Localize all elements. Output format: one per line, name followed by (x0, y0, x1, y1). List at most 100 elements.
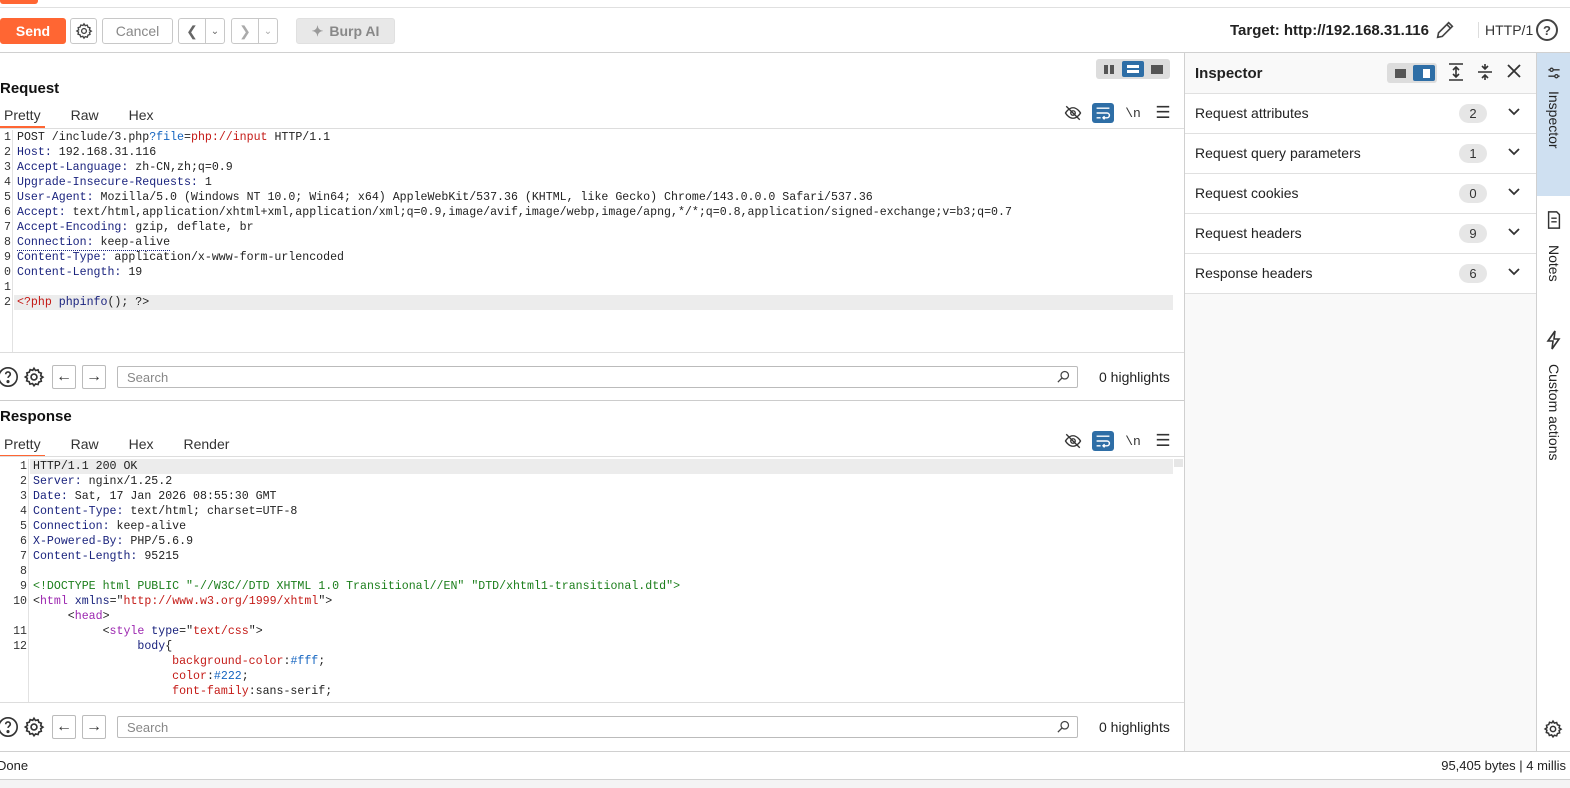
response-tab-render[interactable]: Render (180, 433, 234, 457)
search-previous-button[interactable]: ← (52, 715, 76, 739)
inspector-section[interactable]: Request attributes 2 (1185, 94, 1536, 134)
scrollbar-thumb[interactable] (1174, 459, 1183, 467)
line-number: 2 (4, 146, 11, 159)
response-search-input[interactable] (118, 717, 1077, 737)
line-number: 9 (4, 251, 11, 264)
panel-splitter[interactable] (0, 400, 1184, 401)
search-next-button[interactable]: → (82, 715, 106, 739)
layout-side-by-side-toggle[interactable] (1098, 61, 1120, 77)
inspector-section-label: Request headers (1195, 225, 1302, 241)
close-icon[interactable] (1505, 62, 1527, 84)
target-label: Target: http://192.168.31.116 (1230, 22, 1429, 39)
layout-tabbed-toggle[interactable] (1146, 61, 1168, 77)
search-previous-button[interactable]: ← (52, 365, 76, 389)
http-protocol-selector[interactable]: HTTP/1 (1478, 22, 1533, 38)
sidebar-tab-notes[interactable]: Notes (1537, 211, 1570, 311)
help-icon[interactable] (0, 365, 20, 389)
newline-toggle-icon[interactable]: \n (1122, 431, 1144, 451)
window-bottom-strip (0, 779, 1570, 788)
response-tab-hex[interactable]: Hex (125, 433, 158, 457)
hide-nonprinting-icon[interactable] (1062, 103, 1084, 123)
line-code: POST /include/3.php?file=php://input HTT… (17, 131, 331, 144)
chevron-right-icon: ❯ (239, 22, 251, 39)
history-back-dropdown[interactable]: ⌄ (205, 18, 225, 44)
edit-target-button[interactable] (1434, 19, 1460, 43)
line-code: Accept-Language: zh-CN,zh;q=0.9 (17, 161, 233, 174)
chevron-down-icon (1507, 144, 1523, 164)
line-number: 6 (4, 206, 11, 219)
hide-nonprinting-icon[interactable] (1062, 431, 1084, 451)
chevron-down-icon: ⌄ (263, 25, 273, 37)
sidebar-tab-notes-label: Notes (1546, 245, 1562, 282)
send-button[interactable]: Send (0, 18, 66, 44)
response-tabs: Pretty Raw Hex Render (0, 433, 255, 457)
search-next-button[interactable]: → (82, 365, 106, 389)
response-tab-pretty[interactable]: Pretty (0, 433, 45, 457)
history-back-button[interactable]: ❮ (178, 18, 206, 44)
line-code: Upgrade-Insecure-Requests: 1 (17, 176, 212, 189)
cancel-button[interactable]: Cancel (102, 18, 173, 44)
line-number: 7 (20, 550, 27, 563)
response-editor[interactable]: 1 HTTP/1.1 200 OK 2 Server: nginx/1.25.2 3 Da… (0, 459, 1184, 702)
inspector-section[interactable]: Request headers 9 (1185, 214, 1536, 254)
line-code: <!DOCTYPE html PUBLIC "-//W3C//DTD XHTML… (33, 580, 681, 593)
response-tab-raw[interactable]: Raw (67, 433, 103, 457)
line-code: Accept-Encoding: gzip, deflate, br (17, 221, 254, 234)
chevron-down-icon (1507, 184, 1523, 204)
line-code: X-Powered-By: PHP/5.6.9 (33, 535, 194, 548)
request-editor[interactable]: 1 POST /include/3.php?file=php://input HT… (0, 130, 1184, 352)
line-code: <head> (33, 610, 110, 623)
menu-icon[interactable]: ☰ (1152, 103, 1174, 123)
line-number: 10 (13, 595, 27, 608)
response-editor-icons: \n ☰ (1062, 431, 1174, 451)
request-settings-button[interactable] (70, 18, 97, 44)
request-tab-hex[interactable]: Hex (125, 104, 158, 128)
word-wrap-icon[interactable] (1092, 103, 1114, 123)
line-number: 5 (20, 520, 27, 533)
help-icon[interactable] (0, 715, 20, 739)
gear-icon[interactable] (22, 715, 46, 739)
line-code: Server: nginx/1.25.2 (33, 475, 173, 488)
sidebar-tab-custom-actions[interactable]: Custom actions (1537, 330, 1570, 480)
inspector-icon (1548, 67, 1560, 79)
newline-toggle-icon[interactable]: \n (1122, 103, 1144, 123)
help-icon[interactable]: ? (1536, 19, 1558, 41)
chevron-down-icon (1507, 264, 1523, 284)
inspector-section[interactable]: Request cookies 0 (1185, 174, 1536, 214)
gear-icon[interactable] (1543, 719, 1565, 741)
line-code: <?php phpinfo(); ?> (17, 296, 150, 309)
response-highlights-count: 0 highlights (1099, 719, 1170, 735)
inspector-section[interactable]: Request query parameters 1 (1185, 134, 1536, 174)
line-number: 4 (20, 505, 27, 518)
line-number: 2 (4, 296, 11, 309)
inspector-section[interactable]: Response headers 6 (1185, 254, 1536, 294)
request-highlights-count: 0 highlights (1099, 369, 1170, 385)
inspector-layout-panel-toggle[interactable] (1413, 65, 1435, 81)
gear-icon[interactable] (22, 365, 46, 389)
response-tabs-divider (0, 456, 1184, 457)
line-number: 1 (4, 131, 11, 144)
request-tab-pretty[interactable]: Pretty (0, 104, 45, 128)
history-forward-dropdown[interactable]: ⌄ (258, 18, 278, 44)
line-number: 4 (4, 176, 11, 189)
word-wrap-icon[interactable] (1092, 431, 1114, 451)
inspector-section-count: 1 (1459, 144, 1487, 163)
sidebar-tab-inspector-label: Inspector (1546, 91, 1562, 149)
menu-icon[interactable]: ☰ (1152, 431, 1174, 451)
request-tabs-divider (0, 128, 1184, 129)
collapse-all-icon[interactable] (1476, 62, 1498, 84)
line-code: Date: Sat, 17 Jan 2026 08:55:30 GMT (33, 490, 277, 503)
history-forward-button[interactable]: ❯ (231, 18, 259, 44)
response-panel-title: Response (0, 408, 72, 425)
sidebar-tab-inspector[interactable]: Inspector (1537, 53, 1570, 196)
burp-ai-button[interactable]: ✦ Burp AI (296, 18, 395, 44)
response-size-timing: 95,405 bytes | 4 millis (1441, 758, 1566, 773)
inspector-layout-list-toggle[interactable] (1389, 65, 1411, 81)
layout-stacked-toggle[interactable] (1122, 61, 1144, 77)
expand-all-icon[interactable] (1447, 62, 1469, 84)
line-number: 3 (4, 161, 11, 174)
request-search-input[interactable] (118, 367, 1077, 387)
request-tab-raw[interactable]: Raw (67, 104, 103, 128)
lightning-icon (1546, 330, 1561, 350)
line-number: 3 (20, 490, 27, 503)
